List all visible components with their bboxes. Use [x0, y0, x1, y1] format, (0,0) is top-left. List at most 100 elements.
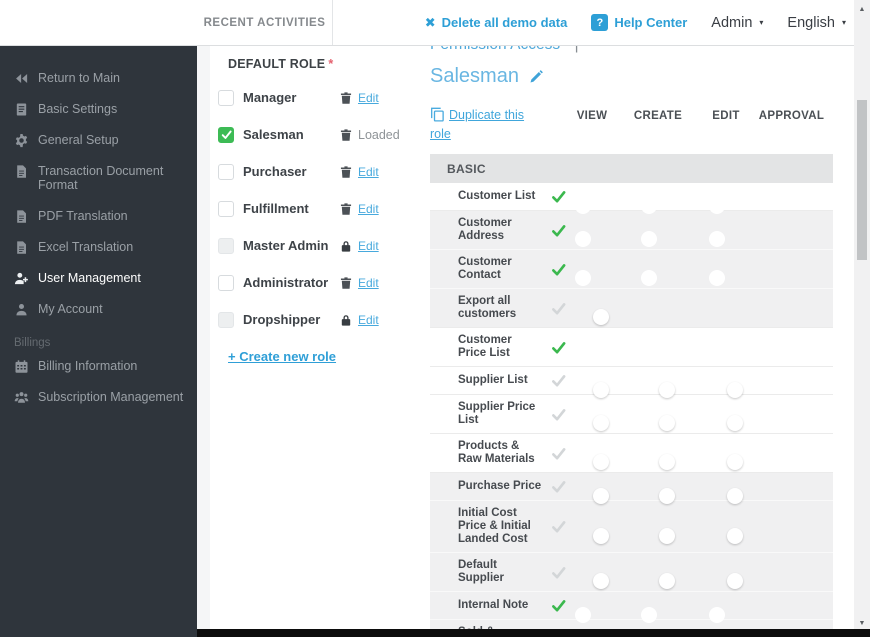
sidebar-item-general-setup[interactable]: General Setup [0, 125, 197, 156]
role-checkbox[interactable] [218, 90, 234, 106]
column-header-view: VIEW [577, 110, 608, 122]
chevron-down-icon: ▾ [759, 18, 763, 27]
permission-label: Initial Cost Price & Initial Landed Cost [458, 507, 546, 546]
sidebar-item-transaction-document-format[interactable]: Transaction Document Format [0, 156, 197, 201]
role-checkbox[interactable] [218, 201, 234, 217]
language-menu[interactable]: English ▾ [787, 15, 846, 31]
role-checkbox[interactable] [218, 164, 234, 180]
permission-label: Customer Price List [458, 334, 546, 360]
sidebar-item-basic-settings[interactable]: Basic Settings [0, 94, 197, 125]
permission-label: Supplier Price List [458, 401, 546, 427]
role-action: Loaded [339, 128, 400, 142]
sidebar-item-label: PDF Translation [38, 209, 128, 223]
user-icon [14, 302, 29, 317]
trash-icon[interactable] [339, 91, 353, 105]
permission-label: Products & Raw Materials [458, 440, 546, 466]
sidebar-nav: Return to Main Basic Settings General Setu… [0, 45, 197, 637]
scrollbar[interactable]: ▲ ▼ [854, 0, 870, 637]
sidebar-item-billing-information[interactable]: Billing Information [0, 351, 197, 382]
role-row-master-admin: Master AdminEdit [218, 237, 424, 254]
file-icon [14, 240, 29, 255]
calendar-icon [14, 359, 29, 374]
sidebar-item-subscription-management[interactable]: Subscription Management [0, 382, 197, 413]
gear-icon [14, 133, 29, 148]
scrollbar-thumb[interactable] [857, 100, 867, 260]
sidebar-item-pdf-translation[interactable]: PDF Translation [0, 201, 197, 232]
sidebar-section-label: Billings [0, 325, 197, 351]
edit-role-link[interactable]: Edit [358, 313, 379, 327]
permission-label: Default Supplier [458, 559, 546, 585]
role-row-purchaser: Purchaser Edit [218, 163, 424, 180]
breadcrumb: Permission Access | [430, 45, 833, 54]
sidebar-item-label: Basic Settings [38, 102, 117, 116]
sidebar-item-label: My Account [38, 302, 103, 316]
sidebar-item-user-management[interactable]: User Management [0, 263, 197, 294]
permission-label: Customer List [458, 190, 546, 203]
edit-role-link[interactable]: Edit [358, 239, 379, 253]
role-name: Salesman [243, 127, 339, 142]
scroll-up-icon[interactable]: ▲ [854, 2, 870, 16]
page-title: Salesman [430, 65, 519, 88]
role-checkbox[interactable] [218, 312, 234, 328]
file-icon [14, 164, 29, 179]
edit-role-link[interactable]: Edit [358, 91, 379, 105]
permission-row-default-supplier: Default Supplier [430, 552, 833, 591]
sidebar-item-my-account[interactable]: My Account [0, 294, 197, 325]
content-gutter [197, 45, 210, 637]
permission-row-supplier-price-list: Supplier Price List [430, 394, 833, 433]
x-icon: ✖ [425, 16, 436, 29]
trash-icon[interactable] [339, 128, 353, 142]
delete-demo-data-label: Delete all demo data [442, 15, 568, 30]
breadcrumb-divider: | [575, 45, 579, 53]
trash-icon[interactable] [339, 276, 353, 290]
sidebar-item-return-to-main[interactable]: Return to Main [0, 63, 197, 94]
help-center-button[interactable]: ? Help Center [591, 14, 687, 31]
permission-row-customer-address: Customer Address [430, 210, 833, 249]
edit-role-link[interactable]: Edit [358, 202, 379, 216]
sidebar-item-label: Subscription Management [38, 390, 183, 404]
toggle-knob [727, 488, 743, 504]
row-enabled-check-icon [551, 262, 566, 277]
permission-label: Customer Address [458, 217, 546, 243]
main-content: DEFAULT ROLE* ManagerEditSalesmanLoadedP… [197, 45, 854, 637]
trash-icon[interactable] [339, 165, 353, 179]
permission-row-export-all-customers: Export all customers [430, 288, 833, 327]
row-enabled-check-icon [551, 373, 566, 388]
role-row-administrator: Administrator Edit [218, 274, 424, 291]
trash-icon[interactable] [339, 202, 353, 216]
role-row-salesman: Salesman Loaded [218, 126, 424, 143]
permission-row-internal-note: Internal Note [430, 591, 833, 619]
row-enabled-check-icon [551, 565, 566, 580]
role-name: Purchaser [243, 164, 339, 179]
edit-role-link[interactable]: Edit [358, 165, 379, 179]
toggle-knob [709, 198, 725, 214]
toggle-knob [727, 528, 743, 544]
toggle-knob [659, 573, 675, 589]
role-panel: DEFAULT ROLE* ManagerEditSalesmanLoadedP… [218, 57, 424, 366]
create-new-role-link[interactable]: + Create new role [228, 349, 336, 364]
sidebar-item-excel-translation[interactable]: Excel Translation [0, 232, 197, 263]
permission-row-customer-list: Customer List [430, 183, 833, 210]
role-checkbox[interactable] [218, 127, 234, 143]
user-plus-icon [14, 271, 29, 286]
role-name: Administrator [243, 275, 339, 290]
toggle-knob [641, 198, 657, 214]
role-checkbox[interactable] [218, 238, 234, 254]
edit-role-link[interactable]: Edit [358, 276, 379, 290]
row-enabled-check-icon [551, 189, 566, 204]
backward-icon [14, 71, 29, 86]
role-loaded-label: Loaded [358, 128, 400, 142]
scroll-down-icon[interactable]: ▼ [854, 616, 870, 630]
toggle-knob [659, 415, 675, 431]
role-name: Fulfillment [243, 201, 339, 216]
admin-menu[interactable]: Admin ▾ [711, 15, 763, 31]
toggle-knob [575, 231, 591, 247]
lock-icon [339, 239, 353, 253]
duplicate-role-link[interactable]: Duplicate this role [430, 106, 546, 145]
tab-recent-activities[interactable]: RECENT ACTIVITIES [197, 0, 333, 45]
role-checkbox[interactable] [218, 275, 234, 291]
toggle-knob [593, 382, 609, 398]
delete-demo-data-button[interactable]: ✖ Delete all demo data [425, 15, 568, 30]
pencil-icon[interactable] [529, 69, 544, 84]
help-center-label: Help Center [614, 15, 687, 30]
